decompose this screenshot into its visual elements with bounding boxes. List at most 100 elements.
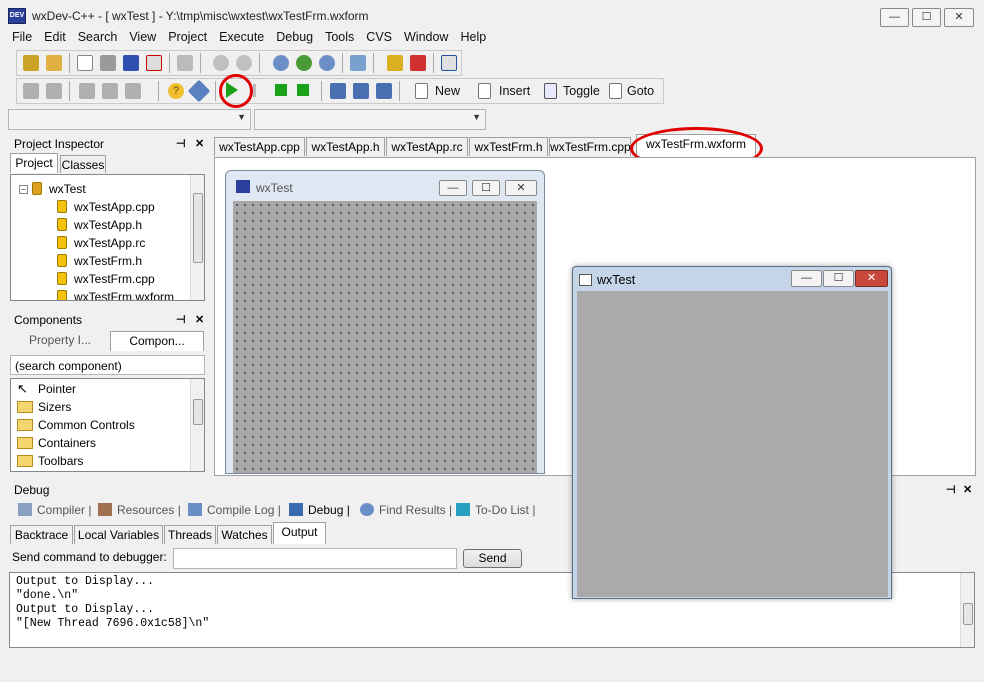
collapse-icon[interactable]: − (19, 185, 28, 194)
tab-project[interactable]: Project (10, 153, 58, 173)
close-button[interactable]: ✕ (944, 8, 974, 27)
list-item-common-controls[interactable]: Common Controls (17, 416, 135, 434)
scrollbar[interactable] (190, 175, 204, 300)
menu-cvs[interactable]: CVS (360, 28, 398, 46)
scrollbar-thumb[interactable] (193, 193, 203, 263)
tree-item[interactable]: wxTestFrm.wxform (57, 288, 174, 300)
tree-item[interactable]: wxTestApp.rc (57, 234, 145, 252)
close-file-icon[interactable] (146, 55, 162, 71)
close-icon[interactable]: ✕ (963, 483, 972, 497)
stop-icon[interactable] (275, 84, 287, 96)
component-search-input[interactable]: (search component) (10, 355, 205, 375)
new-project-icon[interactable] (23, 55, 39, 71)
scrollbar-thumb[interactable] (193, 399, 203, 425)
pin-icon[interactable]: ⊣ (176, 137, 186, 151)
class-combo[interactable]: ▼ (8, 109, 251, 130)
compile-run-icon[interactable] (46, 83, 62, 99)
new-bookmark-icon[interactable] (415, 83, 428, 99)
rebuild-icon[interactable] (79, 83, 95, 99)
maximize-button[interactable]: ☐ (823, 270, 854, 287)
menu-window[interactable]: Window (398, 28, 454, 46)
bottom-tab-compile-log[interactable]: Compile Log | (188, 503, 281, 517)
add-to-project-icon[interactable] (387, 55, 403, 71)
pause-icon[interactable] (253, 84, 256, 97)
menu-edit[interactable]: Edit (38, 28, 72, 46)
minimize-button[interactable]: — (791, 270, 822, 287)
help-icon[interactable]: ? (168, 83, 184, 99)
toggle-button[interactable]: Toggle (563, 84, 600, 98)
bottom-tab-find-results[interactable]: Find Results | (360, 503, 452, 517)
pin-icon[interactable]: ⊣ (176, 313, 186, 327)
tree-root[interactable]: − wxTest (19, 180, 86, 198)
bottom-tab-debug[interactable]: Debug | (289, 503, 350, 517)
close-button[interactable]: ✕ (855, 270, 888, 287)
tree-item[interactable]: wxTestFrm.h (57, 252, 142, 270)
menu-view[interactable]: View (123, 28, 162, 46)
tab-local-variables[interactable]: Local Variables (74, 525, 163, 544)
scrollbar-thumb[interactable] (963, 603, 973, 625)
tree-item[interactable]: wxTestApp.cpp (57, 198, 155, 216)
pin-icon[interactable]: ⊣ (946, 483, 956, 497)
running-app-window[interactable]: wxTest — ☐ ✕ (572, 266, 892, 599)
list-item-containers[interactable]: Containers (17, 434, 96, 452)
menu-file[interactable]: File (6, 28, 38, 46)
menu-search[interactable]: Search (72, 28, 124, 46)
step-over-icon[interactable] (330, 83, 346, 99)
insert-icon[interactable] (478, 83, 491, 99)
open-icon[interactable] (46, 55, 62, 71)
new-button[interactable]: New (435, 84, 460, 98)
tab-watches[interactable]: Watches (217, 525, 272, 544)
tab-backtrace[interactable]: Backtrace (10, 525, 73, 544)
clean-icon[interactable] (102, 83, 118, 99)
designer-form[interactable]: wxTest — ☐ ✕ (225, 170, 545, 474)
step-icon[interactable] (297, 84, 309, 96)
remove-from-project-icon[interactable] (410, 55, 426, 71)
goto-icon[interactable] (609, 83, 622, 99)
build-all-icon[interactable] (125, 83, 141, 99)
app-client-area[interactable] (577, 291, 888, 597)
class-browser-icon[interactable] (441, 55, 457, 71)
maximize-button[interactable]: ☐ (912, 8, 941, 27)
scrollbar[interactable] (960, 573, 974, 647)
member-combo[interactable]: ▼ (254, 109, 486, 130)
tab-wxtestapp-h[interactable]: wxTestApp.h (306, 137, 385, 156)
menu-execute[interactable]: Execute (213, 28, 270, 46)
undo-icon[interactable] (213, 55, 229, 71)
scrollbar[interactable] (190, 379, 204, 471)
tab-classes[interactable]: Classes (60, 155, 106, 173)
step-into-icon[interactable] (353, 83, 369, 99)
replace-icon[interactable] (296, 55, 312, 71)
about-icon[interactable] (187, 79, 211, 103)
goto-button[interactable]: Goto (627, 84, 654, 98)
menu-help[interactable]: Help (454, 28, 492, 46)
close-icon[interactable]: ✕ (195, 137, 204, 151)
tab-wxtestapp-rc[interactable]: wxTestApp.rc (386, 137, 468, 156)
menu-debug[interactable]: Debug (270, 28, 319, 46)
menu-tools[interactable]: Tools (319, 28, 360, 46)
redo-icon[interactable] (236, 55, 252, 71)
debugger-command-input[interactable] (173, 548, 457, 569)
tab-wxtestapp-cpp[interactable]: wxTestApp.cpp (214, 137, 305, 156)
goto-line-icon[interactable] (350, 55, 366, 71)
list-item-toolbars[interactable]: Toolbars (17, 452, 83, 470)
step-out-icon[interactable] (376, 83, 392, 99)
send-button[interactable]: Send (463, 549, 522, 568)
list-item-sizers[interactable]: Sizers (17, 398, 71, 416)
find-icon[interactable] (273, 55, 289, 71)
close-icon[interactable]: ✕ (195, 313, 204, 327)
tab-property-inspector[interactable]: Property I... (12, 331, 108, 351)
tab-output[interactable]: Output (273, 522, 326, 544)
find-next-icon[interactable] (319, 55, 335, 71)
tree-item[interactable]: wxTestApp.h (57, 216, 142, 234)
tab-components[interactable]: Compon... (110, 331, 204, 351)
print-icon[interactable] (177, 55, 193, 71)
bottom-tab-compiler[interactable]: Compiler | (18, 503, 91, 517)
tab-threads[interactable]: Threads (164, 525, 216, 544)
bottom-tab-todo[interactable]: To-Do List | (456, 503, 535, 517)
list-item-pointer[interactable]: ↖ Pointer (17, 380, 76, 398)
bottom-tab-resources[interactable]: Resources | (98, 503, 181, 517)
toggle-icon[interactable] (544, 83, 557, 99)
compile-icon[interactable] (23, 83, 39, 99)
insert-button[interactable]: Insert (499, 84, 530, 98)
form-grid[interactable] (233, 201, 537, 473)
